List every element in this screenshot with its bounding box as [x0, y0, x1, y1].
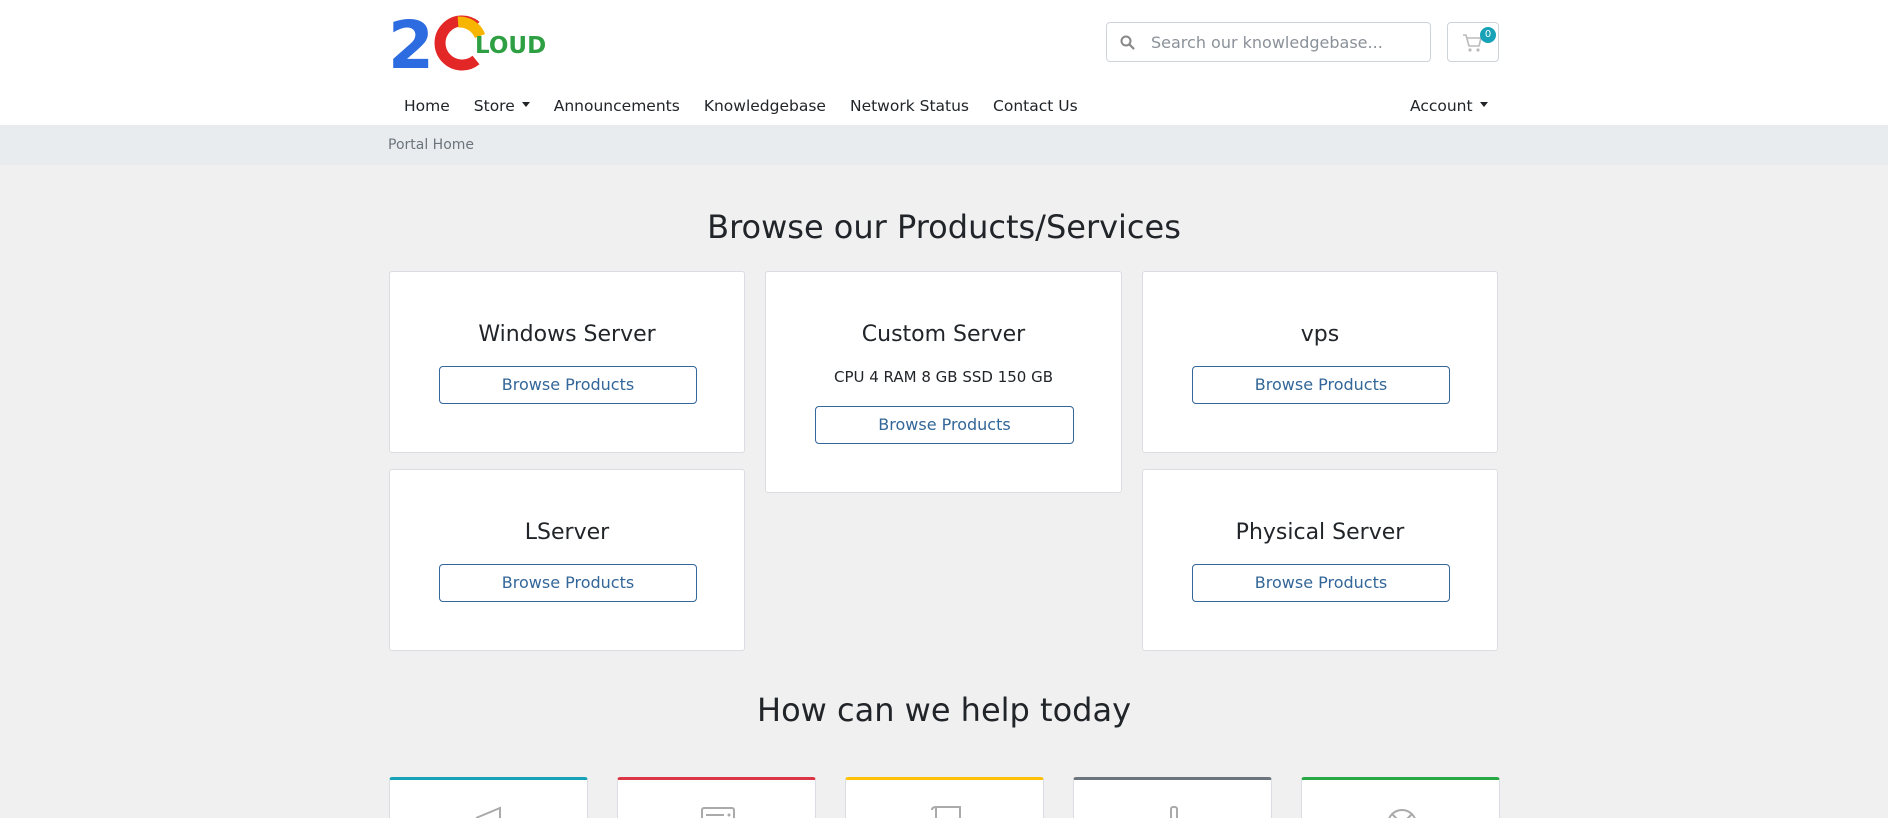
- rocket-icon: [1154, 804, 1194, 818]
- product-card-description: CPU 4 RAM 8 GB SSD 150 GB: [833, 368, 1054, 386]
- browse-products-button[interactable]: Browse Products: [1192, 366, 1450, 404]
- site-header: 2 LOUD 0 Home Store Announcements Knowle…: [0, 0, 1888, 125]
- main-nav: Home Store Announcements Knowledgebase N…: [388, 92, 1090, 120]
- help-tile-network-status[interactable]: [1073, 777, 1272, 818]
- product-card-title: vps: [1300, 322, 1340, 347]
- support-icon: [1382, 804, 1422, 818]
- product-card-vps: vps Browse Products: [1142, 271, 1498, 453]
- help-tile-servers[interactable]: [617, 777, 816, 818]
- search-input[interactable]: [1151, 27, 1421, 57]
- logo-graphic: 2 LOUD: [388, 7, 546, 84]
- nav-network-status[interactable]: Network Status: [838, 92, 981, 120]
- products-heading: Browse our Products/Services: [707, 208, 1181, 246]
- nav-account-label: Account: [1410, 97, 1473, 115]
- nav-store[interactable]: Store: [462, 92, 542, 120]
- breadcrumb: Portal Home: [0, 125, 1888, 165]
- breadcrumb-portal-home[interactable]: Portal Home: [388, 136, 474, 154]
- svg-text:LOUD: LOUD: [475, 33, 546, 59]
- nav-account[interactable]: Account: [1398, 92, 1500, 120]
- caret-down-icon: [521, 102, 530, 107]
- book-icon: [926, 804, 966, 818]
- nav-contact-us[interactable]: Contact Us: [981, 92, 1090, 120]
- server-icon: [698, 804, 738, 818]
- product-card-title: LServer: [524, 520, 610, 545]
- megaphone-icon: [470, 804, 510, 818]
- browse-products-button[interactable]: Browse Products: [815, 406, 1074, 444]
- product-card-title: Physical Server: [1235, 520, 1405, 545]
- search-box: [1106, 22, 1431, 62]
- help-tile-support[interactable]: [1301, 777, 1500, 818]
- caret-down-icon: [1479, 102, 1488, 107]
- svg-text:2: 2: [388, 10, 434, 74]
- brand-logo[interactable]: 2 LOUD: [388, 7, 568, 84]
- nav-announcements[interactable]: Announcements: [542, 92, 692, 120]
- browse-products-button[interactable]: Browse Products: [1192, 564, 1450, 602]
- nav-home[interactable]: Home: [388, 92, 462, 120]
- help-tile-knowledgebase[interactable]: [845, 777, 1044, 818]
- cart-count-badge: 0: [1480, 27, 1496, 43]
- cart-button[interactable]: 0: [1447, 22, 1499, 62]
- browse-products-button[interactable]: Browse Products: [439, 366, 697, 404]
- product-card-physical-server: Physical Server Browse Products: [1142, 469, 1498, 651]
- help-heading: How can we help today: [757, 691, 1131, 729]
- product-card-title: Windows Server: [478, 322, 656, 347]
- product-card-lserver: LServer Browse Products: [389, 469, 745, 651]
- product-card-custom-server: Custom Server CPU 4 RAM 8 GB SSD 150 GB …: [765, 271, 1122, 493]
- product-card-windows-server: Windows Server Browse Products: [389, 271, 745, 453]
- nav-store-label: Store: [473, 97, 515, 115]
- help-tile-announcements[interactable]: [389, 777, 588, 818]
- search-icon: [1119, 34, 1137, 52]
- nav-knowledgebase[interactable]: Knowledgebase: [692, 92, 838, 120]
- product-card-title: Custom Server: [861, 322, 1026, 347]
- browse-products-button[interactable]: Browse Products: [439, 564, 697, 602]
